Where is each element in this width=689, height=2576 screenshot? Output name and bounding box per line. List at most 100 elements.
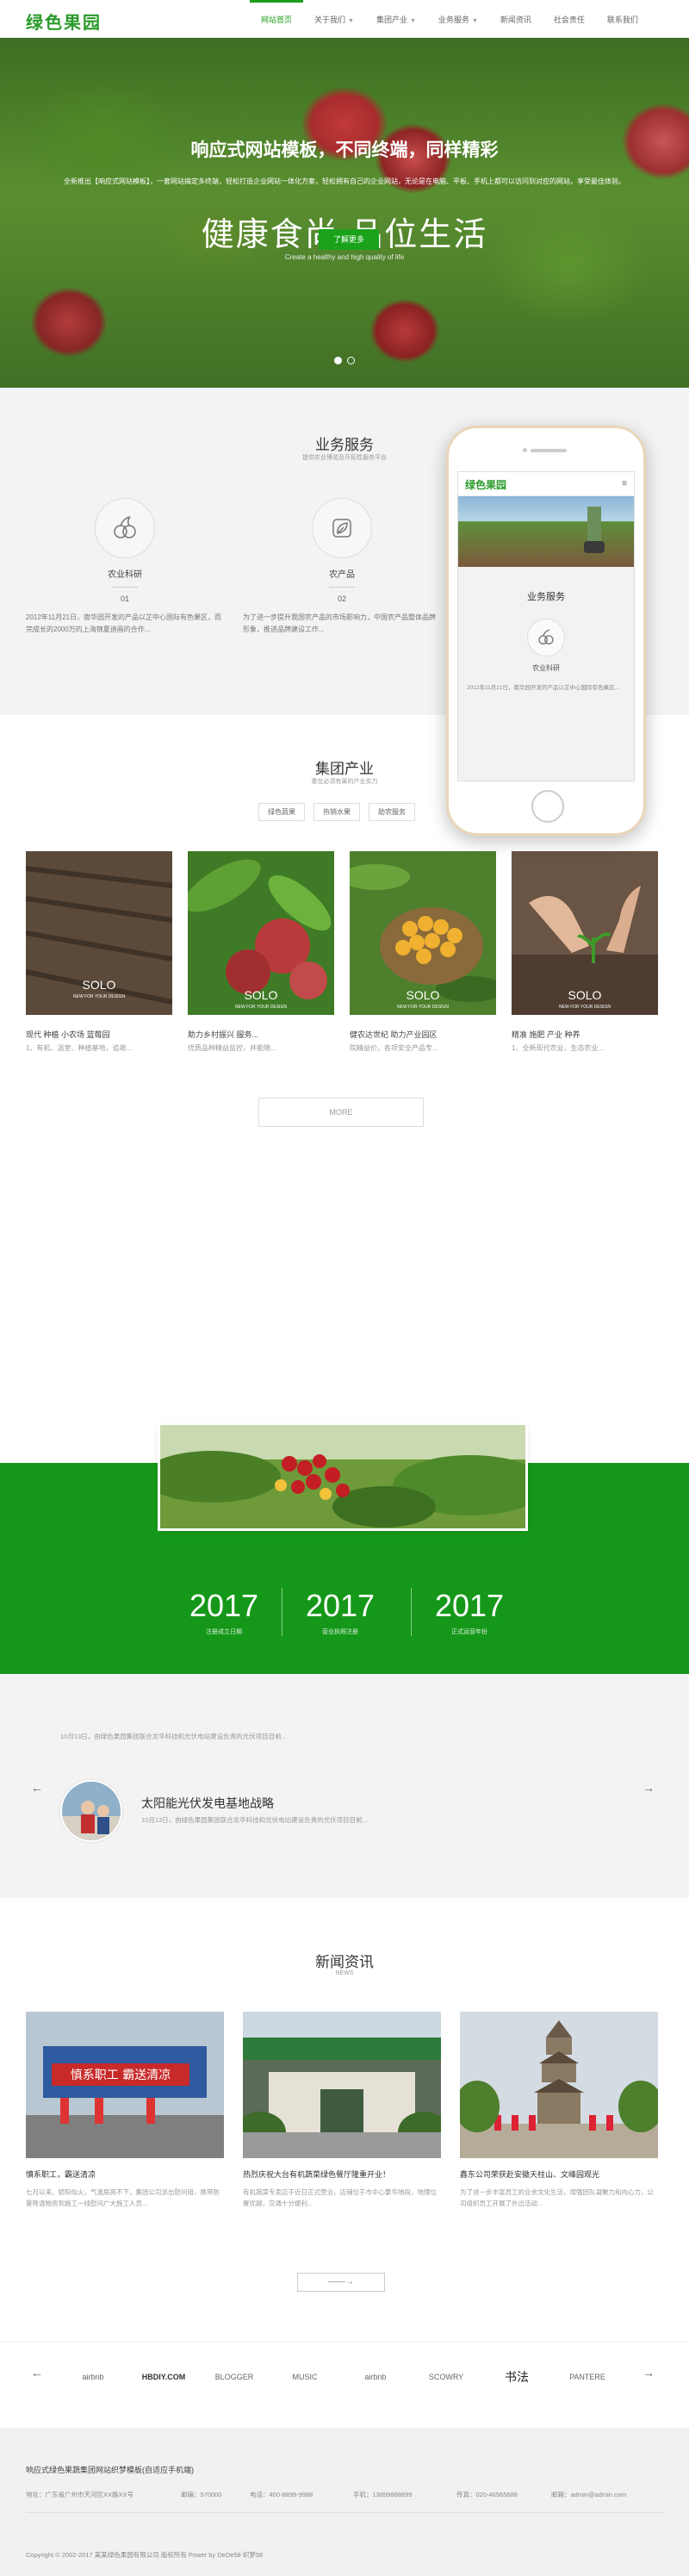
stat-label: 正式运营年份: [451, 1629, 487, 1635]
service-item[interactable]: 农业科研 01 2012年11月21日，南华园开发的产品以芷中心国际有色果区，而…: [26, 498, 224, 636]
nav-item-contact[interactable]: 联系我们: [596, 0, 649, 38]
industry-card[interactable]: SOLO NEW FOR YOUR DESIGN 助力乡村振兴 服务... 优质品…: [188, 851, 334, 1053]
industry-card[interactable]: SOLO NEW FOR YOUR DESIGN 现代 种植 小农场 蓝莓园 1、…: [26, 851, 172, 1053]
news-title[interactable]: 热烈庆祝大台有机蔬菜绿色餐厅隆重开业！: [243, 2168, 441, 2180]
nav-item-about[interactable]: 关于我们 ▼: [303, 0, 365, 38]
site-logo[interactable]: 绿色果园: [26, 9, 102, 34]
nav-item-responsibility[interactable]: 社会责任: [543, 0, 596, 38]
footer-address: 地址：广东省广州市天河区XX路XX号: [26, 2491, 134, 2498]
more-button[interactable]: MORE: [258, 1098, 424, 1127]
stat-label: 注册成立日期: [206, 1629, 242, 1635]
site-header: 绿色果园 网站首页 关于我们 ▼ 集团产业 ▼ 业务服务 ▼ 新闻资讯 社会责任 联系…: [0, 0, 689, 38]
slider-top-text: 10月13日，由绿色果园集团联合龙华科技和光伏电站建设负责的光伏项目目前...: [60, 1733, 287, 1740]
svg-text:慎系职工 霸送清凉: 慎系职工 霸送清凉: [71, 2069, 171, 2082]
stat-item: 2017 营业执照注册: [276, 1588, 405, 1636]
stat-item: 2017 注册成立日期: [159, 1588, 289, 1636]
fruit-icon: [527, 619, 565, 656]
nav-item-industry[interactable]: 集团产业 ▼: [365, 0, 427, 38]
card-title: 现代 种植 小农场 蓝莓园: [26, 1030, 110, 1039]
partner-logo[interactable]: BLOGGER: [200, 2364, 269, 2390]
card-watermark-sub: NEW FOR YOUR DESIGN: [397, 1005, 449, 1010]
phone-item-desc: 2012年11月21日，南华园开发的产品以芷中心国际有色果区...: [467, 685, 619, 691]
service-name: 农业科研: [108, 570, 142, 580]
service-desc: 2012年11月21日，南华园开发的产品以芷中心国际有色果区，而完成长的2000…: [26, 613, 221, 633]
partner-logo[interactable]: HBDIY.COM: [129, 2364, 198, 2390]
stat-number: 2017: [434, 1588, 505, 1623]
news-title[interactable]: 慎系职工，霸送清凉: [26, 2168, 224, 2180]
hero-subline: Create a healthy and high quality of lif…: [284, 253, 405, 261]
service-name: 农产品: [329, 570, 355, 580]
footer-copyright: Copyright © 2002-2017 某某绿色果园有限公司 版权所有 Po…: [26, 2551, 264, 2559]
hero-headline: 响应式网站模板，不同终端，同样精彩: [190, 140, 499, 160]
tab-farm-service[interactable]: 助农服务: [369, 803, 415, 821]
service-number: 02: [337, 594, 346, 603]
card-desc: 院精益价，各项安全产品专...: [350, 1044, 438, 1052]
nav-item-home[interactable]: 网站首页: [250, 0, 304, 38]
footer-email[interactable]: 邮箱：admin@admin.com: [551, 2490, 626, 2499]
about-image: [160, 1425, 525, 1528]
phone-logo: 绿色果园: [465, 479, 507, 491]
slide-dot[interactable]: [334, 357, 342, 364]
footer-phone: 电话：400-8899-9988: [250, 2491, 313, 2498]
learn-more-button[interactable]: 了解更多: [319, 229, 379, 250]
section-title: 新闻资讯: [315, 1954, 374, 1970]
partner-logo[interactable]: 书法: [482, 2364, 551, 2390]
home-button: [531, 790, 564, 823]
service-item[interactable]: 农产品 02 为了进一步提升我国农产品的市场影响力，中国农产品整体品牌形象，推进…: [243, 498, 441, 636]
tab-green-produce[interactable]: 绿色蔬果: [258, 803, 305, 821]
card-watermark: SOLO: [568, 988, 602, 1002]
main-nav: 网站首页 关于我们 ▼ 集团产业 ▼ 业务服务 ▼ 新闻资讯 社会责任 联系我们: [250, 0, 649, 38]
service-desc: 为了进一步提升我国农产品的市场影响力，中国农产品整体品牌形象，推进品牌建设工作.…: [243, 613, 436, 633]
news-card[interactable]: 慎系职工 霸送清凉 慎系职工，霸送清凉 七月以来，骄阳似火，气温居高不下，集团公…: [26, 2012, 224, 2209]
card-watermark: SOLO: [83, 978, 116, 992]
tab-hot-fruit[interactable]: 热销水果: [313, 803, 360, 821]
phone-section-title: 业务服务: [527, 592, 565, 602]
chevron-down-icon: ▼: [409, 18, 416, 24]
news-image: [243, 2012, 441, 2158]
news-desc: 七月以来，骄阳似火，气温居高不下，集团公司派出慰问组，携带防暑降温物资到施工一线…: [26, 2188, 220, 2207]
menu-icon[interactable]: ≡: [622, 479, 627, 488]
hero-intro: 全新推出【响应式网站模板】，一套网站搞定多终端，轻松打造企业网站一体化方案，轻松…: [64, 177, 625, 185]
arrow-right-icon[interactable]: →: [642, 1781, 655, 1795]
partner-logo[interactable]: PANTERE: [553, 2364, 622, 2390]
arrow-left-icon[interactable]: ←: [31, 1781, 43, 1795]
card-watermark: SOLO: [245, 988, 278, 1002]
nav-item-news[interactable]: 新闻资讯: [489, 0, 543, 38]
card-title: 健农达世纪 助力产业园区: [350, 1030, 438, 1039]
chevron-down-icon: ▼: [348, 18, 354, 24]
stat-number: 2017: [305, 1588, 376, 1623]
card-title: 助力乡村振兴 服务...: [188, 1030, 259, 1039]
card-desc: 1、有机、温室、种植基地，追坡...: [26, 1044, 133, 1052]
slide-dot[interactable]: [347, 357, 355, 364]
partner-logo[interactable]: SCOWRY: [412, 2364, 481, 2390]
footer-postcode: 邮编：570000: [181, 2491, 222, 2498]
news-card[interactable]: 鑫东公司荣获赴安徽天柱山、文峰园观光 为了进一步丰富员工的业余文化生活，增强团队…: [460, 2012, 658, 2209]
stat-label: 营业执照注册: [322, 1629, 358, 1635]
industry-card[interactable]: SOLO NEW FOR YOUR DESIGN 健农达世纪 助力产业园区 院精益…: [350, 851, 496, 1053]
news-image: [460, 2012, 658, 2158]
partner-logo[interactable]: airbnb: [341, 2364, 410, 2390]
partner-logo[interactable]: MUSIC: [270, 2364, 339, 2390]
news-title[interactable]: 鑫东公司荣获赴安徽天柱山、文峰园观光: [460, 2168, 658, 2180]
phone-screen: 绿色果园 ≡ 业务服务 农业科研 2012年11月21日，南华园开发的产品以芷中…: [457, 471, 635, 781]
news-card[interactable]: 热烈庆祝大台有机蔬菜绿色餐厅隆重开业！ 有机蔬菜专卖店于近日正式营业，店铺位于市…: [243, 2012, 441, 2209]
footer-title: 响应式绿色果蔬集团网站织梦模板(自适应手机端): [26, 2466, 194, 2474]
news-desc: 有机蔬菜专卖店于近日正式营业，店铺位于市中心繁华地段，地理位置优越，交通十分便利…: [243, 2188, 437, 2207]
arrow-right-icon[interactable]: →: [642, 2366, 655, 2380]
news-more-button[interactable]: ——→: [297, 2273, 385, 2292]
slider-title[interactable]: 太阳能光伏发电基地战略: [141, 1795, 274, 1812]
leaf-icon: [312, 498, 372, 558]
phone-item-name: 农业科研: [532, 664, 560, 672]
phone-mockup: 绿色果园 ≡ 业务服务 农业科研 2012年11月21日，南华园开发的产品以芷中…: [446, 426, 646, 836]
slider-desc: 10月13日，由绿色果园集团联合龙华科技和光伏电站建设负责的光伏项目目前...: [141, 1816, 368, 1824]
industry-card[interactable]: SOLO NEW FOR YOUR DESIGN 精准 施肥 产业 种养 1、全新…: [512, 851, 658, 1053]
card-image: SOLO NEW FOR YOUR DESIGN: [188, 851, 334, 1015]
card-image: SOLO NEW FOR YOUR DESIGN: [512, 851, 658, 1015]
arrow-left-icon[interactable]: ←: [31, 2366, 43, 2380]
card-desc: 1、全新现代农业，生态农业...: [512, 1044, 605, 1052]
chevron-down-icon: ▼: [471, 18, 478, 24]
partner-logo[interactable]: airbnb: [59, 2364, 127, 2390]
industry-tabs: 绿色蔬果 热销水果 助农服务: [258, 803, 424, 821]
nav-item-services[interactable]: 业务服务 ▼: [427, 0, 489, 38]
fruit-icon: [95, 498, 155, 558]
